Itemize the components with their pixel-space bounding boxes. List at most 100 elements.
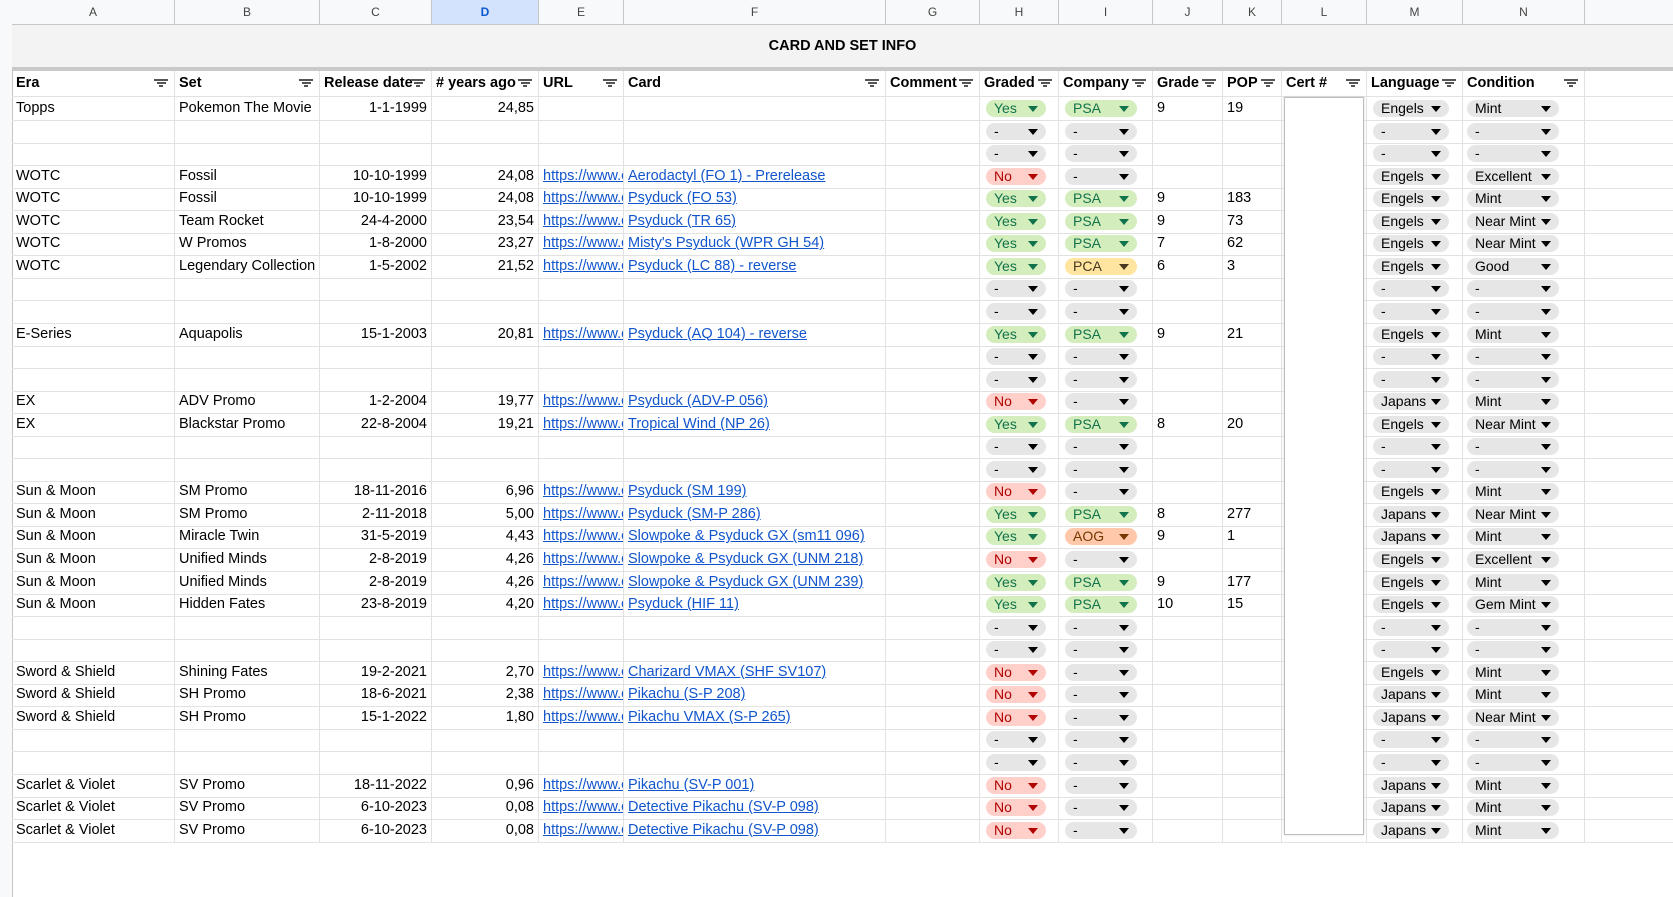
era-cell[interactable]: Sun & Moon bbox=[12, 593, 175, 617]
card-link[interactable]: Slowpoke & Psyduck GX (UNM 239) bbox=[628, 574, 863, 590]
filter-icon[interactable] bbox=[411, 78, 425, 89]
language-dropdown[interactable]: - bbox=[1373, 438, 1449, 456]
language-dropdown[interactable]: - bbox=[1373, 731, 1449, 749]
url-link[interactable]: https://www.c bbox=[543, 235, 623, 251]
years-ago-cell[interactable]: 24,08 bbox=[432, 164, 539, 188]
comment-cell[interactable] bbox=[886, 773, 980, 797]
language-dropdown[interactable]: Engels bbox=[1373, 325, 1449, 343]
chevron-down-icon[interactable] bbox=[1431, 331, 1441, 338]
pop-cell[interactable]: 20 bbox=[1223, 412, 1282, 436]
comment-cell[interactable] bbox=[886, 457, 980, 481]
set-cell[interactable]: Legendary Collection bbox=[175, 254, 320, 278]
graded-dropdown[interactable]: No bbox=[986, 686, 1046, 704]
language-dropdown[interactable]: Japans bbox=[1373, 821, 1449, 839]
filter-icon[interactable] bbox=[603, 78, 617, 89]
pop-cell[interactable]: 1 bbox=[1223, 525, 1282, 549]
chevron-down-icon[interactable] bbox=[1028, 241, 1038, 248]
chevron-down-icon[interactable] bbox=[1028, 624, 1038, 631]
chevron-down-icon[interactable] bbox=[1119, 399, 1129, 406]
language-dropdown[interactable]: - bbox=[1373, 641, 1449, 659]
chevron-down-icon[interactable] bbox=[1028, 263, 1038, 270]
chevron-down-icon[interactable] bbox=[1028, 579, 1038, 586]
language-dropdown[interactable]: Engels bbox=[1373, 573, 1449, 591]
grade-cell[interactable]: 9 bbox=[1153, 525, 1223, 549]
release-date-cell[interactable] bbox=[320, 750, 432, 774]
pop-cell[interactable] bbox=[1223, 345, 1282, 369]
graded-dropdown[interactable]: - bbox=[986, 280, 1046, 298]
filter-icon[interactable] bbox=[959, 78, 973, 89]
language-dropdown[interactable]: - bbox=[1373, 145, 1449, 163]
years-ago-cell[interactable]: 24,08 bbox=[432, 187, 539, 211]
chevron-down-icon[interactable] bbox=[1028, 421, 1038, 428]
graded-dropdown[interactable]: - bbox=[986, 122, 1046, 140]
filter-icon[interactable] bbox=[1346, 78, 1360, 89]
condition-dropdown[interactable]: Mint bbox=[1467, 686, 1559, 704]
years-ago-cell[interactable]: 20,81 bbox=[432, 322, 539, 346]
pop-cell[interactable] bbox=[1223, 750, 1282, 774]
chevron-down-icon[interactable] bbox=[1541, 669, 1551, 676]
chevron-down-icon[interactable] bbox=[1119, 692, 1129, 699]
graded-dropdown[interactable]: Yes bbox=[986, 190, 1046, 208]
graded-dropdown[interactable]: Yes bbox=[986, 415, 1046, 433]
era-cell[interactable]: Topps bbox=[12, 97, 175, 120]
language-dropdown[interactable]: Engels bbox=[1373, 235, 1449, 253]
card-link[interactable]: Psyduck (ADV-P 056) bbox=[628, 393, 768, 409]
condition-dropdown[interactable]: - bbox=[1467, 731, 1559, 749]
condition-dropdown[interactable]: Near Mint bbox=[1467, 415, 1559, 433]
grade-cell[interactable] bbox=[1153, 683, 1223, 707]
column-header-l[interactable]: L bbox=[1282, 0, 1367, 24]
set-cell[interactable]: Team Rocket bbox=[175, 209, 320, 233]
graded-dropdown[interactable]: Yes bbox=[986, 212, 1046, 230]
condition-dropdown[interactable]: Mint bbox=[1467, 821, 1559, 839]
card-link[interactable]: Pikachu (SV-P 001) bbox=[628, 777, 754, 793]
chevron-down-icon[interactable] bbox=[1541, 241, 1551, 248]
company-dropdown[interactable]: - bbox=[1065, 145, 1137, 163]
grade-cell[interactable] bbox=[1153, 367, 1223, 391]
graded-dropdown[interactable]: - bbox=[986, 370, 1046, 388]
years-ago-cell[interactable]: 0,08 bbox=[432, 796, 539, 820]
chevron-down-icon[interactable] bbox=[1541, 308, 1551, 315]
cert-column-selection[interactable] bbox=[1284, 97, 1364, 835]
chevron-down-icon[interactable] bbox=[1541, 399, 1551, 406]
chevron-down-icon[interactable] bbox=[1119, 106, 1129, 112]
years-ago-cell[interactable] bbox=[432, 457, 539, 481]
url-link[interactable]: https://www.c bbox=[543, 258, 623, 274]
url-link[interactable]: https://www.c bbox=[543, 822, 623, 838]
years-ago-cell[interactable] bbox=[432, 345, 539, 369]
pop-cell[interactable] bbox=[1223, 638, 1282, 662]
chevron-down-icon[interactable] bbox=[1431, 737, 1441, 744]
chevron-down-icon[interactable] bbox=[1541, 692, 1551, 699]
release-date-cell[interactable]: 15-1-2022 bbox=[320, 705, 432, 729]
graded-dropdown[interactable]: - bbox=[986, 641, 1046, 659]
chevron-down-icon[interactable] bbox=[1431, 669, 1441, 676]
release-date-cell[interactable]: 31-5-2019 bbox=[320, 525, 432, 549]
era-cell[interactable] bbox=[12, 728, 175, 752]
pop-cell[interactable]: 62 bbox=[1223, 232, 1282, 256]
chevron-down-icon[interactable] bbox=[1541, 827, 1551, 834]
chevron-down-icon[interactable] bbox=[1028, 557, 1038, 563]
graded-dropdown[interactable]: No bbox=[986, 393, 1046, 411]
era-cell[interactable]: Sword & Shield bbox=[12, 705, 175, 729]
language-dropdown[interactable]: Japans bbox=[1373, 708, 1449, 726]
company-dropdown[interactable]: - bbox=[1065, 393, 1137, 411]
column-header-j[interactable]: J bbox=[1153, 0, 1223, 24]
era-cell[interactable] bbox=[12, 638, 175, 662]
company-dropdown[interactable]: - bbox=[1065, 438, 1137, 456]
pop-cell[interactable] bbox=[1223, 818, 1282, 842]
grade-cell[interactable] bbox=[1153, 164, 1223, 188]
release-date-cell[interactable]: 1-5-2002 bbox=[320, 254, 432, 278]
era-cell[interactable]: Sword & Shield bbox=[12, 683, 175, 707]
condition-dropdown[interactable]: - bbox=[1467, 145, 1559, 163]
comment-cell[interactable] bbox=[886, 548, 980, 571]
pop-cell[interactable] bbox=[1223, 142, 1282, 166]
chevron-down-icon[interactable] bbox=[1431, 557, 1441, 563]
chevron-down-icon[interactable] bbox=[1119, 286, 1129, 293]
set-cell[interactable]: ADV Promo bbox=[175, 390, 320, 414]
filter-icon[interactable] bbox=[1564, 78, 1578, 89]
chevron-down-icon[interactable] bbox=[1431, 106, 1441, 112]
language-dropdown[interactable]: Engels bbox=[1373, 415, 1449, 433]
era-cell[interactable]: WOTC bbox=[12, 232, 175, 256]
condition-dropdown[interactable]: Good bbox=[1467, 257, 1559, 275]
condition-dropdown[interactable]: - bbox=[1467, 370, 1559, 388]
pop-cell[interactable] bbox=[1223, 548, 1282, 571]
